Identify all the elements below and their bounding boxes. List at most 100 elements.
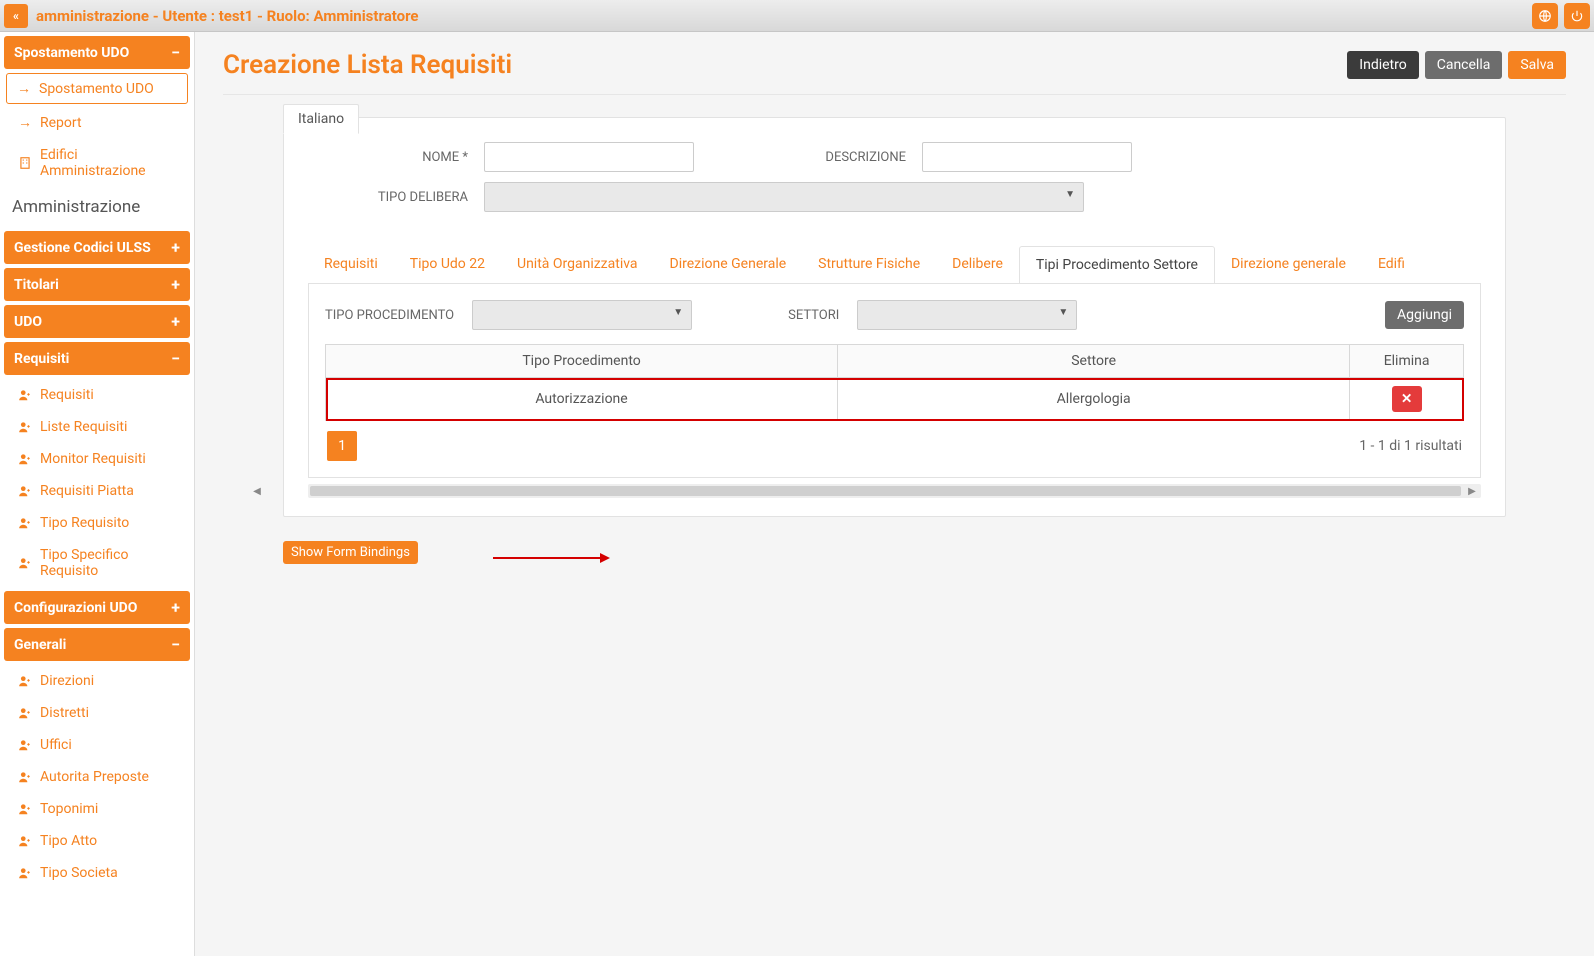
sidebar-item-spostamento-udo[interactable]: → Spostamento UDO xyxy=(6,73,188,104)
sidebar-item-tipo-societa[interactable]: Tipo Societa xyxy=(0,857,194,889)
sidebar-item-toponimi[interactable]: Toponimi xyxy=(0,793,194,825)
sidebar-group-configurazioni-udo[interactable]: Configurazioni UDO + xyxy=(4,591,190,624)
sidebar-item-tipo-requisito[interactable]: Tipo Requisito xyxy=(0,507,194,539)
tab-tipi-procedimento-settore[interactable]: Tipi Procedimento Settore xyxy=(1019,246,1215,284)
plus-icon: + xyxy=(171,238,180,257)
form-panel: Italiano NOME * DESCRIZIONE TIPO DELIBER… xyxy=(283,117,1506,517)
sidebar-item-liste-requisiti[interactable]: Liste Requisiti xyxy=(0,411,194,443)
person-plus-icon xyxy=(18,484,32,498)
sidebar-group-titolari[interactable]: Titolari + xyxy=(4,268,190,301)
tabs: RequisitiTipo Udo 22Unità OrganizzativaD… xyxy=(308,246,1481,284)
settori-label: SETTORI xyxy=(788,308,839,323)
person-plus-icon xyxy=(18,802,32,816)
collapse-sidebar-button[interactable]: « xyxy=(4,4,28,28)
plus-icon: + xyxy=(171,598,180,617)
tab-tipo-udo-22[interactable]: Tipo Udo 22 xyxy=(394,246,501,283)
person-plus-icon xyxy=(18,388,32,402)
cell-tipo-procedimento: Autorizzazione xyxy=(326,378,838,421)
sidebar-item-report[interactable]: → Report xyxy=(0,106,194,139)
sidebar-item-label: Direzioni xyxy=(40,673,94,689)
page-1-button[interactable]: 1 xyxy=(327,431,357,461)
sidebar-group-gestione-codici-ulss[interactable]: Gestione Codici ULSS + xyxy=(4,231,190,264)
sidebar-item-label: Toponimi xyxy=(40,801,98,817)
add-button[interactable]: Aggiungi xyxy=(1385,301,1464,329)
sidebar-group-label: Requisiti xyxy=(14,351,69,367)
show-form-bindings-button[interactable]: Show Form Bindings xyxy=(283,541,418,564)
back-button[interactable]: Indietro xyxy=(1347,51,1418,79)
descrizione-label: DESCRIZIONE xyxy=(786,150,906,165)
close-icon: ✕ xyxy=(1401,392,1412,407)
person-plus-icon xyxy=(18,738,32,752)
sidebar-item-autorita-preposte[interactable]: Autorita Preposte xyxy=(0,761,194,793)
person-plus-icon xyxy=(18,706,32,720)
sidebar-item-label: Edifici Amministrazione xyxy=(40,147,182,179)
sidebar-item-label: Tipo Atto xyxy=(40,833,97,849)
sidebar-group-udo[interactable]: UDO + xyxy=(4,305,190,338)
sidebar-item-label: Monitor Requisiti xyxy=(40,451,146,467)
caret-down-icon: ▼ xyxy=(1065,189,1075,200)
tab-unità-organizzativa[interactable]: Unità Organizzativa xyxy=(501,246,654,283)
tab-requisiti[interactable]: Requisiti xyxy=(308,246,394,283)
main-content: Creazione Lista Requisiti Indietro Cance… xyxy=(195,32,1594,956)
sidebar-group-label: Titolari xyxy=(14,277,59,293)
col-settore: Settore xyxy=(838,345,1350,378)
sidebar-item-label: Requisiti xyxy=(40,387,94,403)
scrollbar-thumb[interactable] xyxy=(310,486,1461,496)
sidebar[interactable]: Spostamento UDO − → Spostamento UDO → Re… xyxy=(0,32,195,956)
sidebar-group-requisiti[interactable]: Requisiti − xyxy=(4,342,190,375)
sidebar-item-label: Report xyxy=(40,115,82,131)
table-row: Autorizzazione Allergologia ✕ xyxy=(326,378,1464,421)
tipo-procedimento-select[interactable]: ▼ xyxy=(472,300,692,330)
sidebar-item-uffici[interactable]: Uffici xyxy=(0,729,194,761)
tab-edifi[interactable]: Edifi xyxy=(1362,246,1421,283)
sidebar-item-label: Uffici xyxy=(40,737,72,753)
sidebar-item-direzioni[interactable]: Direzioni xyxy=(0,665,194,697)
language-tab[interactable]: Italiano xyxy=(283,104,359,134)
sidebar-item-tipo-specifico-requisito[interactable]: Tipo Specifico Requisito xyxy=(0,539,194,587)
caret-down-icon: ▼ xyxy=(1058,307,1068,318)
sidebar-group-label: Configurazioni UDO xyxy=(14,600,137,616)
person-plus-icon xyxy=(18,420,32,434)
settori-select[interactable]: ▼ xyxy=(857,300,1077,330)
save-button[interactable]: Salva xyxy=(1508,51,1566,79)
nome-input[interactable] xyxy=(484,142,694,172)
tab-direzione-generale[interactable]: Direzione generale xyxy=(1215,246,1362,283)
sidebar-item-edifici-amministrazione[interactable]: Edifici Amministrazione xyxy=(0,139,194,187)
descrizione-input[interactable] xyxy=(922,142,1132,172)
person-plus-icon xyxy=(18,866,32,880)
sidebar-item-requisiti-piatta[interactable]: Requisiti Piatta xyxy=(0,475,194,507)
sidebar-item-monitor-requisiti[interactable]: Monitor Requisiti xyxy=(0,443,194,475)
horizontal-scrollbar[interactable]: ◀ ▶ xyxy=(308,484,1481,498)
sidebar-group-generali[interactable]: Generali − xyxy=(4,628,190,661)
person-plus-icon xyxy=(18,674,32,688)
person-plus-icon xyxy=(18,452,32,466)
tipo-delibera-select[interactable]: ▼ xyxy=(484,182,1084,212)
sidebar-group-label: Spostamento UDO xyxy=(14,45,129,61)
tab-content-tipi-procedimento-settore: TIPO PROCEDIMENTO ▼ SETTORI ▼ Aggiungi T… xyxy=(308,284,1481,478)
sidebar-item-label: Liste Requisiti xyxy=(40,419,127,435)
minus-icon: − xyxy=(171,349,180,368)
sidebar-item-label: Tipo Societa xyxy=(40,865,118,881)
caret-down-icon: ▼ xyxy=(673,307,683,318)
sidebar-item-tipo-atto[interactable]: Tipo Atto xyxy=(0,825,194,857)
tab-strutture-fisiche[interactable]: Strutture Fisiche xyxy=(802,246,936,283)
sidebar-group-label: UDO xyxy=(14,314,42,330)
building-icon xyxy=(18,156,32,170)
sidebar-item-distretti[interactable]: Distretti xyxy=(0,697,194,729)
sidebar-item-label: Tipo Requisito xyxy=(40,515,129,531)
sidebar-group-spostamento-udo[interactable]: Spostamento UDO − xyxy=(4,36,190,69)
sidebar-item-label: Spostamento UDO xyxy=(39,81,154,97)
person-plus-icon xyxy=(18,516,32,530)
person-plus-icon xyxy=(18,834,32,848)
tab-delibere[interactable]: Delibere xyxy=(936,246,1019,283)
cancel-button[interactable]: Cancella xyxy=(1425,51,1503,79)
delete-row-button[interactable]: ✕ xyxy=(1392,386,1422,412)
sidebar-item-requisiti[interactable]: Requisiti xyxy=(0,379,194,411)
globe-icon xyxy=(1538,9,1552,23)
power-button[interactable] xyxy=(1564,3,1590,29)
globe-button[interactable] xyxy=(1532,3,1558,29)
sidebar-item-label: Tipo Specifico Requisito xyxy=(40,547,182,579)
tab-direzione-generale[interactable]: Direzione Generale xyxy=(654,246,803,283)
page-title: Creazione Lista Requisiti xyxy=(223,50,512,80)
chevrons-left-icon: « xyxy=(13,9,19,23)
